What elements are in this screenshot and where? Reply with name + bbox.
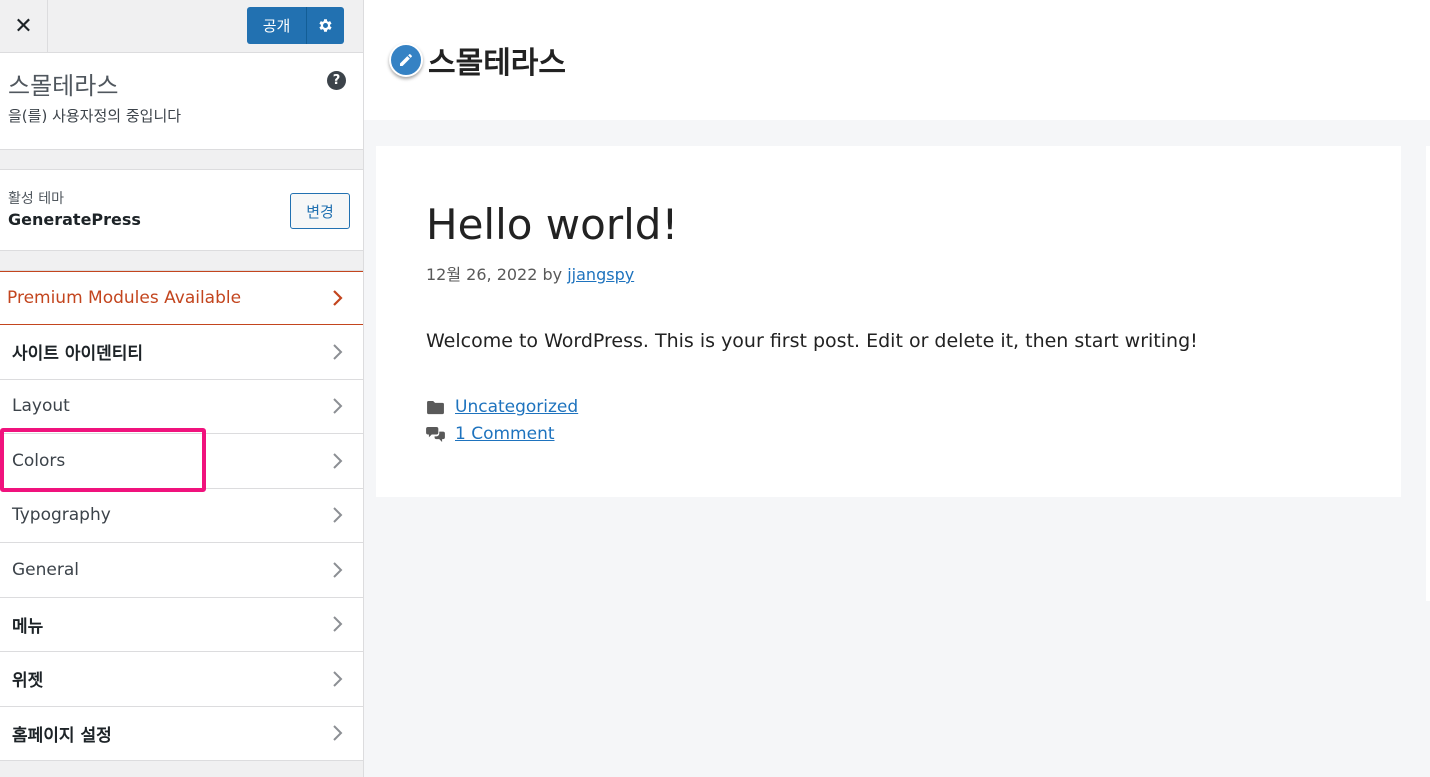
sidebar-item-menus[interactable]: 메뉴 — [0, 597, 363, 652]
site-preview: 스몰테라스 Hello world! 12월 26, 2022 by jjang… — [364, 0, 1430, 777]
site-name-heading: 스몰테라스 — [8, 72, 119, 100]
post-categories: Uncategorized — [426, 397, 578, 417]
sidebar-item-label: 홈페이지 설정 — [12, 725, 112, 746]
sidebar-item-layout[interactable]: Layout — [0, 379, 363, 434]
post-title[interactable]: Hello world! — [426, 200, 678, 249]
change-theme-button[interactable]: 변경 — [290, 193, 350, 229]
publish-group: 공개 — [247, 7, 344, 44]
sidebar-item-label: 위젯 — [12, 671, 44, 692]
customizer-header: ✕ 공개 — [0, 0, 363, 53]
active-theme-panel: 활성 테마 GeneratePress 변경 — [0, 169, 363, 251]
post-meta: 12월 26, 2022 by jjangspy — [426, 261, 634, 285]
category-link[interactable]: Uncategorized — [455, 397, 578, 417]
sidebar-item-colors[interactable]: Colors — [0, 434, 363, 489]
active-theme-label: 활성 테마 — [8, 191, 64, 207]
sidebar-item-label: General — [12, 559, 79, 580]
chevron-right-icon — [333, 453, 343, 469]
active-theme-name: GeneratePress — [8, 210, 141, 229]
sidebar-item-widgets[interactable]: 위젯 — [0, 652, 363, 707]
premium-modules-item[interactable]: Premium Modules Available — [0, 271, 363, 325]
chevron-right-icon — [333, 290, 343, 306]
close-button[interactable]: ✕ — [0, 0, 48, 52]
publish-button[interactable]: 공개 — [247, 7, 307, 44]
chevron-right-icon — [333, 616, 343, 632]
customizer-menu: Premium Modules Available 사이트 아이덴티티 Layo… — [0, 270, 363, 761]
sidebar-item-label: 메뉴 — [12, 616, 44, 637]
close-icon: ✕ — [14, 13, 33, 39]
chevron-right-icon — [333, 671, 343, 687]
customizer-sidebar: ✕ 공개 스몰테라스 을(를) 사용자정의 중입니다 ? 활성 테마 Gener… — [0, 0, 364, 777]
premium-modules-label: Premium Modules Available — [7, 288, 242, 308]
post-by: by — [542, 265, 563, 284]
edit-shortcut-button[interactable] — [389, 43, 423, 77]
sidebar-item-homepage-settings[interactable]: 홈페이지 설정 — [0, 706, 363, 761]
gear-icon — [319, 19, 332, 32]
customizing-subtitle: 을(를) 사용자정의 중입니다 — [8, 107, 182, 125]
help-icon[interactable]: ? — [327, 71, 346, 90]
chevron-right-icon — [333, 344, 343, 360]
sidebar-item-label: Colors — [12, 450, 66, 471]
site-header: 스몰테라스 — [364, 0, 1430, 120]
sidebar-widget-edge — [1426, 146, 1430, 601]
sidebar-item-typography[interactable]: Typography — [0, 488, 363, 543]
post-author-link[interactable]: jjangspy — [567, 265, 634, 284]
chevron-right-icon — [333, 507, 343, 523]
pencil-icon — [400, 54, 412, 66]
sidebar-item-label: Layout — [12, 396, 70, 417]
chevron-right-icon — [333, 562, 343, 578]
comments-link[interactable]: 1 Comment — [455, 424, 555, 444]
folder-icon — [427, 400, 444, 414]
post-date: 12월 26, 2022 — [426, 265, 538, 284]
chevron-right-icon — [333, 725, 343, 741]
sidebar-item-label: 사이트 아이덴티티 — [12, 344, 144, 365]
post-content: Welcome to WordPress. This is your first… — [426, 330, 1198, 352]
post-comments: 1 Comment — [426, 424, 555, 444]
sidebar-item-label: Typography — [12, 505, 111, 526]
chevron-right-icon — [333, 398, 343, 414]
publish-settings-button[interactable] — [307, 7, 344, 44]
comments-icon — [426, 426, 445, 442]
sidebar-item-general[interactable]: General — [0, 543, 363, 598]
post-article: Hello world! 12월 26, 2022 by jjangspy We… — [376, 146, 1401, 497]
site-title[interactable]: 스몰테라스 — [428, 38, 566, 82]
sidebar-item-site-identity[interactable]: 사이트 아이덴티티 — [0, 325, 363, 380]
